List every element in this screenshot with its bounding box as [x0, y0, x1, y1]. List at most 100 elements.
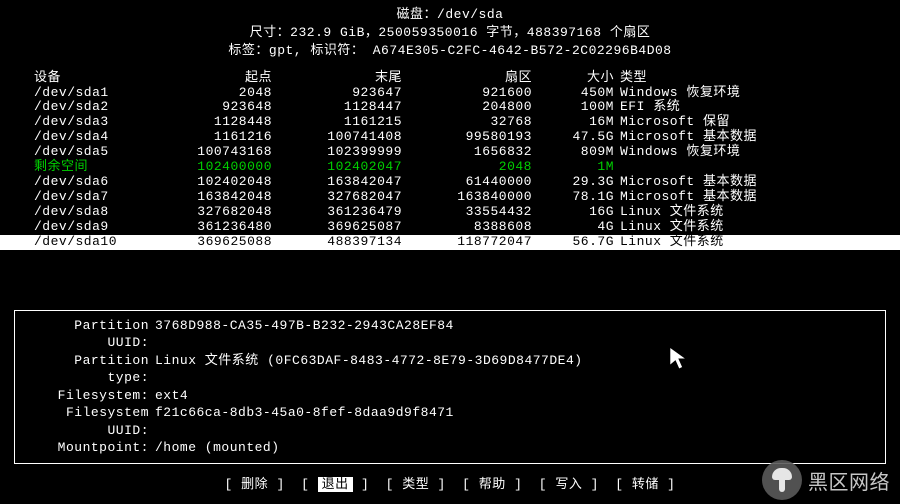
cell-size: 450M: [540, 86, 620, 101]
info-label: Filesystem:: [25, 387, 155, 405]
cell-dev: /dev/sda7: [30, 190, 150, 205]
col-device: 设备: [30, 71, 150, 86]
cell-start: 102400000: [150, 160, 280, 175]
table-row[interactable]: 剩余空间10240000010240204720481M: [0, 160, 900, 175]
cell-type: Microsoft 基本数据: [620, 175, 850, 190]
info-line: Filesystem UUID: f21c66ca-8db3-45a0-8fef…: [25, 404, 875, 439]
table-header-row: 设备 起点 末尾 扇区 大小 类型: [0, 71, 900, 86]
cell-end: 923647: [280, 86, 410, 101]
table-row[interactable]: /dev/sda3112844811612153276816MMicrosoft…: [0, 115, 900, 130]
cell-start: 1128448: [150, 115, 280, 130]
cell-sectors: 33554432: [410, 205, 540, 220]
cell-size: 47.5G: [540, 130, 620, 145]
row-marker: [0, 190, 30, 205]
menu-item-转储[interactable]: [ 转储 ]: [615, 473, 675, 492]
disk-label: 磁盘：: [397, 7, 438, 22]
cell-size: 56.7G: [540, 235, 620, 250]
cell-end: 102399999: [280, 145, 410, 160]
disk-path: /dev/sda: [437, 7, 503, 22]
table-row[interactable]: >>/dev/sda103696250884883971341187720475…: [0, 235, 900, 250]
cell-sectors: 204800: [410, 100, 540, 115]
watermark: 黑区网络: [762, 460, 890, 500]
info-line: Filesystem: ext4: [25, 387, 875, 405]
cell-type: Windows 恢复环境: [620, 145, 850, 160]
menu-item-类型[interactable]: [ 类型 ]: [386, 473, 446, 492]
info-line: Partition UUID: 3768D988-CA35-497B-B232-…: [25, 317, 875, 352]
table-row[interactable]: /dev/sda83276820483612364793355443216GLi…: [0, 205, 900, 220]
label-prefix: 标签：gpt,: [228, 43, 302, 58]
cell-end: 1161215: [280, 115, 410, 130]
row-marker: [0, 220, 30, 235]
row-marker: [0, 86, 30, 101]
menu-item-退出[interactable]: [ 退出 ]: [301, 473, 369, 492]
identifier-label: 标识符：: [310, 43, 364, 58]
cell-type: Linux 文件系统: [620, 220, 850, 235]
row-marker: [0, 160, 30, 175]
cell-end: 100741408: [280, 130, 410, 145]
cell-type: EFI 系统: [620, 100, 850, 115]
cell-dev: /dev/sda6: [30, 175, 150, 190]
mushroom-icon: [762, 460, 802, 500]
cell-size: 16G: [540, 205, 620, 220]
col-type: 类型: [620, 71, 850, 86]
cell-start: 100743168: [150, 145, 280, 160]
info-label: Partition UUID:: [25, 317, 155, 352]
cell-start: 327682048: [150, 205, 280, 220]
cell-size: 16M: [540, 115, 620, 130]
cell-dev: /dev/sda3: [30, 115, 150, 130]
row-marker: [0, 205, 30, 220]
cell-start: 2048: [150, 86, 280, 101]
table-row[interactable]: /dev/sda936123648036962508783886084GLinu…: [0, 220, 900, 235]
cell-sectors: 61440000: [410, 175, 540, 190]
disk-size-line: 尺寸：232.9 GiB，250059350016 字节，488397168 个…: [0, 24, 900, 42]
col-size: 大小: [540, 71, 620, 86]
cell-start: 102402048: [150, 175, 280, 190]
cell-dev: /dev/sda9: [30, 220, 150, 235]
table-row[interactable]: /dev/sda29236481128447204800100MEFI 系统: [0, 100, 900, 115]
cell-dev: /dev/sda4: [30, 130, 150, 145]
cell-type: Microsoft 基本数据: [620, 190, 850, 205]
info-label: Filesystem UUID:: [25, 404, 155, 439]
cell-dev: 剩余空间: [30, 160, 150, 175]
cell-end: 369625087: [280, 220, 410, 235]
info-value: ext4: [155, 387, 188, 405]
cell-end: 1128447: [280, 100, 410, 115]
watermark-text: 黑区网络: [808, 466, 890, 495]
menu-item-删除[interactable]: [ 删除 ]: [225, 473, 285, 492]
cell-size: 100M: [540, 100, 620, 115]
cell-type: Linux 文件系统: [620, 235, 850, 250]
cell-type: Windows 恢复环境: [620, 86, 850, 101]
cell-end: 102402047: [280, 160, 410, 175]
cell-dev: /dev/sda1: [30, 86, 150, 101]
cell-start: 923648: [150, 100, 280, 115]
cell-type: [620, 160, 850, 175]
cell-sectors: 921600: [410, 86, 540, 101]
info-label: Mountpoint:: [25, 439, 155, 457]
table-row[interactable]: /dev/sda411612161007414089958019347.5GMi…: [0, 130, 900, 145]
cell-dev: /dev/sda5: [30, 145, 150, 160]
row-marker: [0, 100, 30, 115]
table-row[interactable]: /dev/sda51007431681023999991656832809MWi…: [0, 145, 900, 160]
cell-dev: /dev/sda8: [30, 205, 150, 220]
cell-size: 4G: [540, 220, 620, 235]
menu-item-帮助[interactable]: [ 帮助 ]: [462, 473, 522, 492]
cell-sectors: 8388608: [410, 220, 540, 235]
table-row[interactable]: /dev/sda716384204832768204716384000078.1…: [0, 190, 900, 205]
cell-end: 163842047: [280, 175, 410, 190]
menu-item-写入[interactable]: [ 写入 ]: [539, 473, 599, 492]
cell-size: 1M: [540, 160, 620, 175]
col-start: 起点: [150, 71, 280, 86]
table-row[interactable]: /dev/sda61024020481638420476144000029.3G…: [0, 175, 900, 190]
partition-table: 设备 起点 末尾 扇区 大小 类型 /dev/sda12048923647921…: [0, 71, 900, 250]
partition-info-box: Partition UUID: 3768D988-CA35-497B-B232-…: [14, 310, 886, 464]
cell-type: Microsoft 基本数据: [620, 130, 850, 145]
cell-sectors: 118772047: [410, 235, 540, 250]
table-row[interactable]: /dev/sda12048923647921600450MWindows 恢复环…: [0, 86, 900, 101]
cell-type: Microsoft 保留: [620, 115, 850, 130]
cell-end: 488397134: [280, 235, 410, 250]
cell-sectors: 163840000: [410, 190, 540, 205]
disk-header: 磁盘：/dev/sda 尺寸：232.9 GiB，250059350016 字节…: [0, 0, 900, 61]
cell-dev: /dev/sda2: [30, 100, 150, 115]
cell-sectors: 2048: [410, 160, 540, 175]
cell-start: 163842048: [150, 190, 280, 205]
